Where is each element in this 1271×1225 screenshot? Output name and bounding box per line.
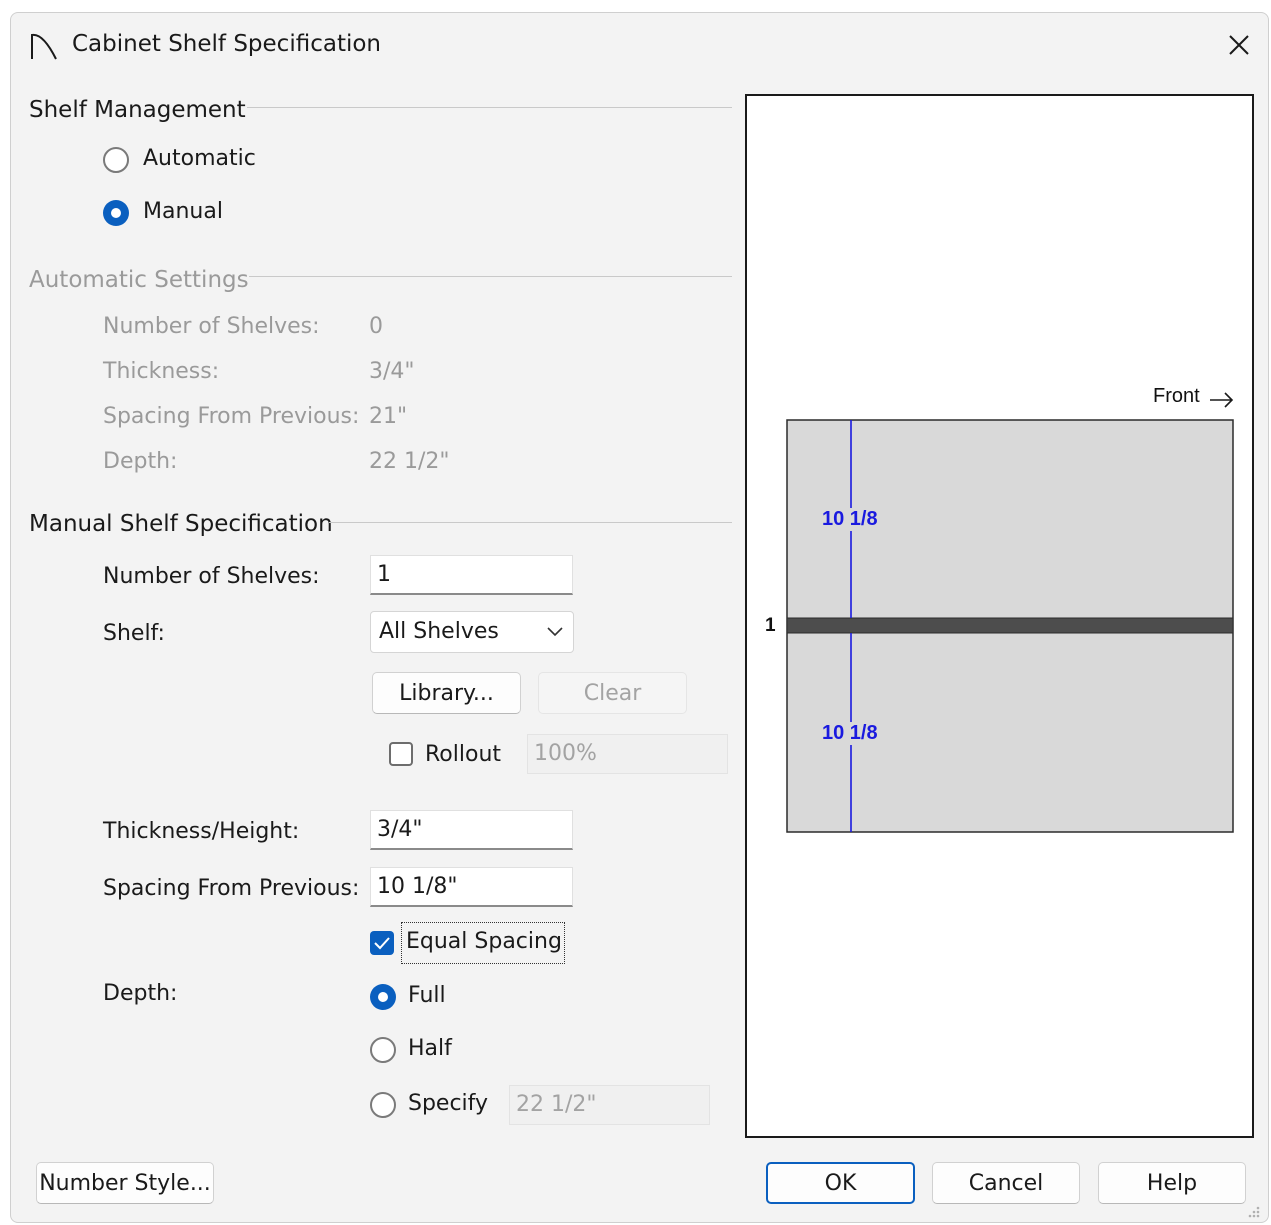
manual-label: Manual [143, 199, 223, 224]
shelf-preview-pane: Front 1 10 1/8 10 1/8 [745, 94, 1254, 1138]
spacing-from-previous-label: Spacing From Previous: [103, 876, 360, 901]
rollout-label: Rollout [425, 742, 502, 767]
depth-specify-radio[interactable] [370, 1092, 396, 1118]
title-bar: Cabinet Shelf Specification [11, 13, 1268, 77]
shelf-management-divider [247, 107, 732, 108]
auto-thickness-value: 3/4" [369, 359, 415, 384]
cancel-button[interactable]: Cancel [932, 1162, 1080, 1204]
automatic-radio[interactable] [103, 147, 129, 173]
checkmark-icon [374, 937, 390, 950]
equal-spacing-label: Equal Spacing [406, 929, 562, 954]
automatic-label: Automatic [143, 146, 256, 171]
rollout-checkbox[interactable] [389, 742, 413, 766]
equal-spacing-checkbox[interactable] [370, 931, 394, 955]
resize-grip-icon[interactable] [1245, 1203, 1261, 1219]
auto-number-of-shelves-value: 0 [369, 314, 383, 339]
app-arch-icon [29, 29, 59, 61]
depth-specify-input[interactable]: 22 1/2" [509, 1085, 710, 1125]
depth-specify-option[interactable]: Specify [370, 1091, 520, 1122]
shelf-management-heading: Shelf Management [29, 97, 246, 123]
thickness-height-input[interactable]: 3/4" [370, 810, 573, 850]
library-button[interactable]: Library... [372, 672, 521, 714]
depth-half-option[interactable]: Half [370, 1036, 520, 1067]
depth-full-option[interactable]: Full [370, 983, 520, 1014]
automatic-settings-divider [249, 276, 732, 277]
auto-depth-label: Depth: [103, 449, 178, 474]
number-style-button[interactable]: Number Style... [36, 1162, 214, 1204]
depth-specify-label: Specify [408, 1091, 489, 1116]
manual-spec-heading: Manual Shelf Specification [29, 511, 333, 537]
shelf-select[interactable]: All Shelves [370, 611, 574, 653]
depth-half-label: Half [408, 1036, 452, 1061]
depth-full-label: Full [408, 983, 446, 1008]
manual-radio[interactable] [103, 200, 129, 226]
rollout-percent-input[interactable]: 100% [527, 734, 728, 774]
upper-spacing-dimension: 10 1/8 [820, 508, 880, 531]
cabinet-section-drawing [786, 392, 1234, 833]
auto-number-of-shelves-label: Number of Shelves: [103, 314, 320, 339]
thickness-height-label: Thickness/Height: [103, 819, 300, 844]
front-label: Front [1153, 385, 1200, 407]
automatic-radio-option[interactable]: Automatic [103, 146, 303, 177]
front-arrow-icon [1210, 392, 1234, 408]
auto-spacing-value: 21" [369, 404, 408, 429]
depth-half-radio[interactable] [370, 1037, 396, 1063]
number-of-shelves-label: Number of Shelves: [103, 564, 320, 589]
shelf-bar [786, 617, 1234, 634]
dialog-window: Cabinet Shelf Specification Shelf Manage… [10, 12, 1269, 1223]
clear-button[interactable]: Clear [538, 672, 687, 714]
close-icon [1229, 35, 1249, 55]
lower-spacing-dimension: 10 1/8 [820, 722, 880, 745]
auto-depth-value: 22 1/2" [369, 449, 450, 474]
shelf-select-value: All Shelves [379, 619, 499, 644]
shelf-number-label: 1 [765, 615, 776, 636]
help-button[interactable]: Help [1098, 1162, 1246, 1204]
close-button[interactable] [1219, 25, 1259, 65]
automatic-settings-heading: Automatic Settings [29, 267, 249, 293]
depth-full-radio[interactable] [370, 984, 396, 1010]
manual-spec-divider [329, 522, 732, 523]
manual-radio-option[interactable]: Manual [103, 199, 303, 230]
ok-button[interactable]: OK [766, 1162, 915, 1204]
shelf-label: Shelf: [103, 621, 165, 646]
auto-thickness-label: Thickness: [103, 359, 220, 384]
number-of-shelves-input[interactable]: 1 [370, 555, 573, 595]
spacing-from-previous-input[interactable]: 10 1/8" [370, 867, 573, 907]
chevron-down-icon [547, 627, 563, 637]
auto-spacing-label: Spacing From Previous: [103, 404, 360, 429]
depth-label: Depth: [103, 981, 178, 1006]
window-title: Cabinet Shelf Specification [72, 31, 381, 57]
